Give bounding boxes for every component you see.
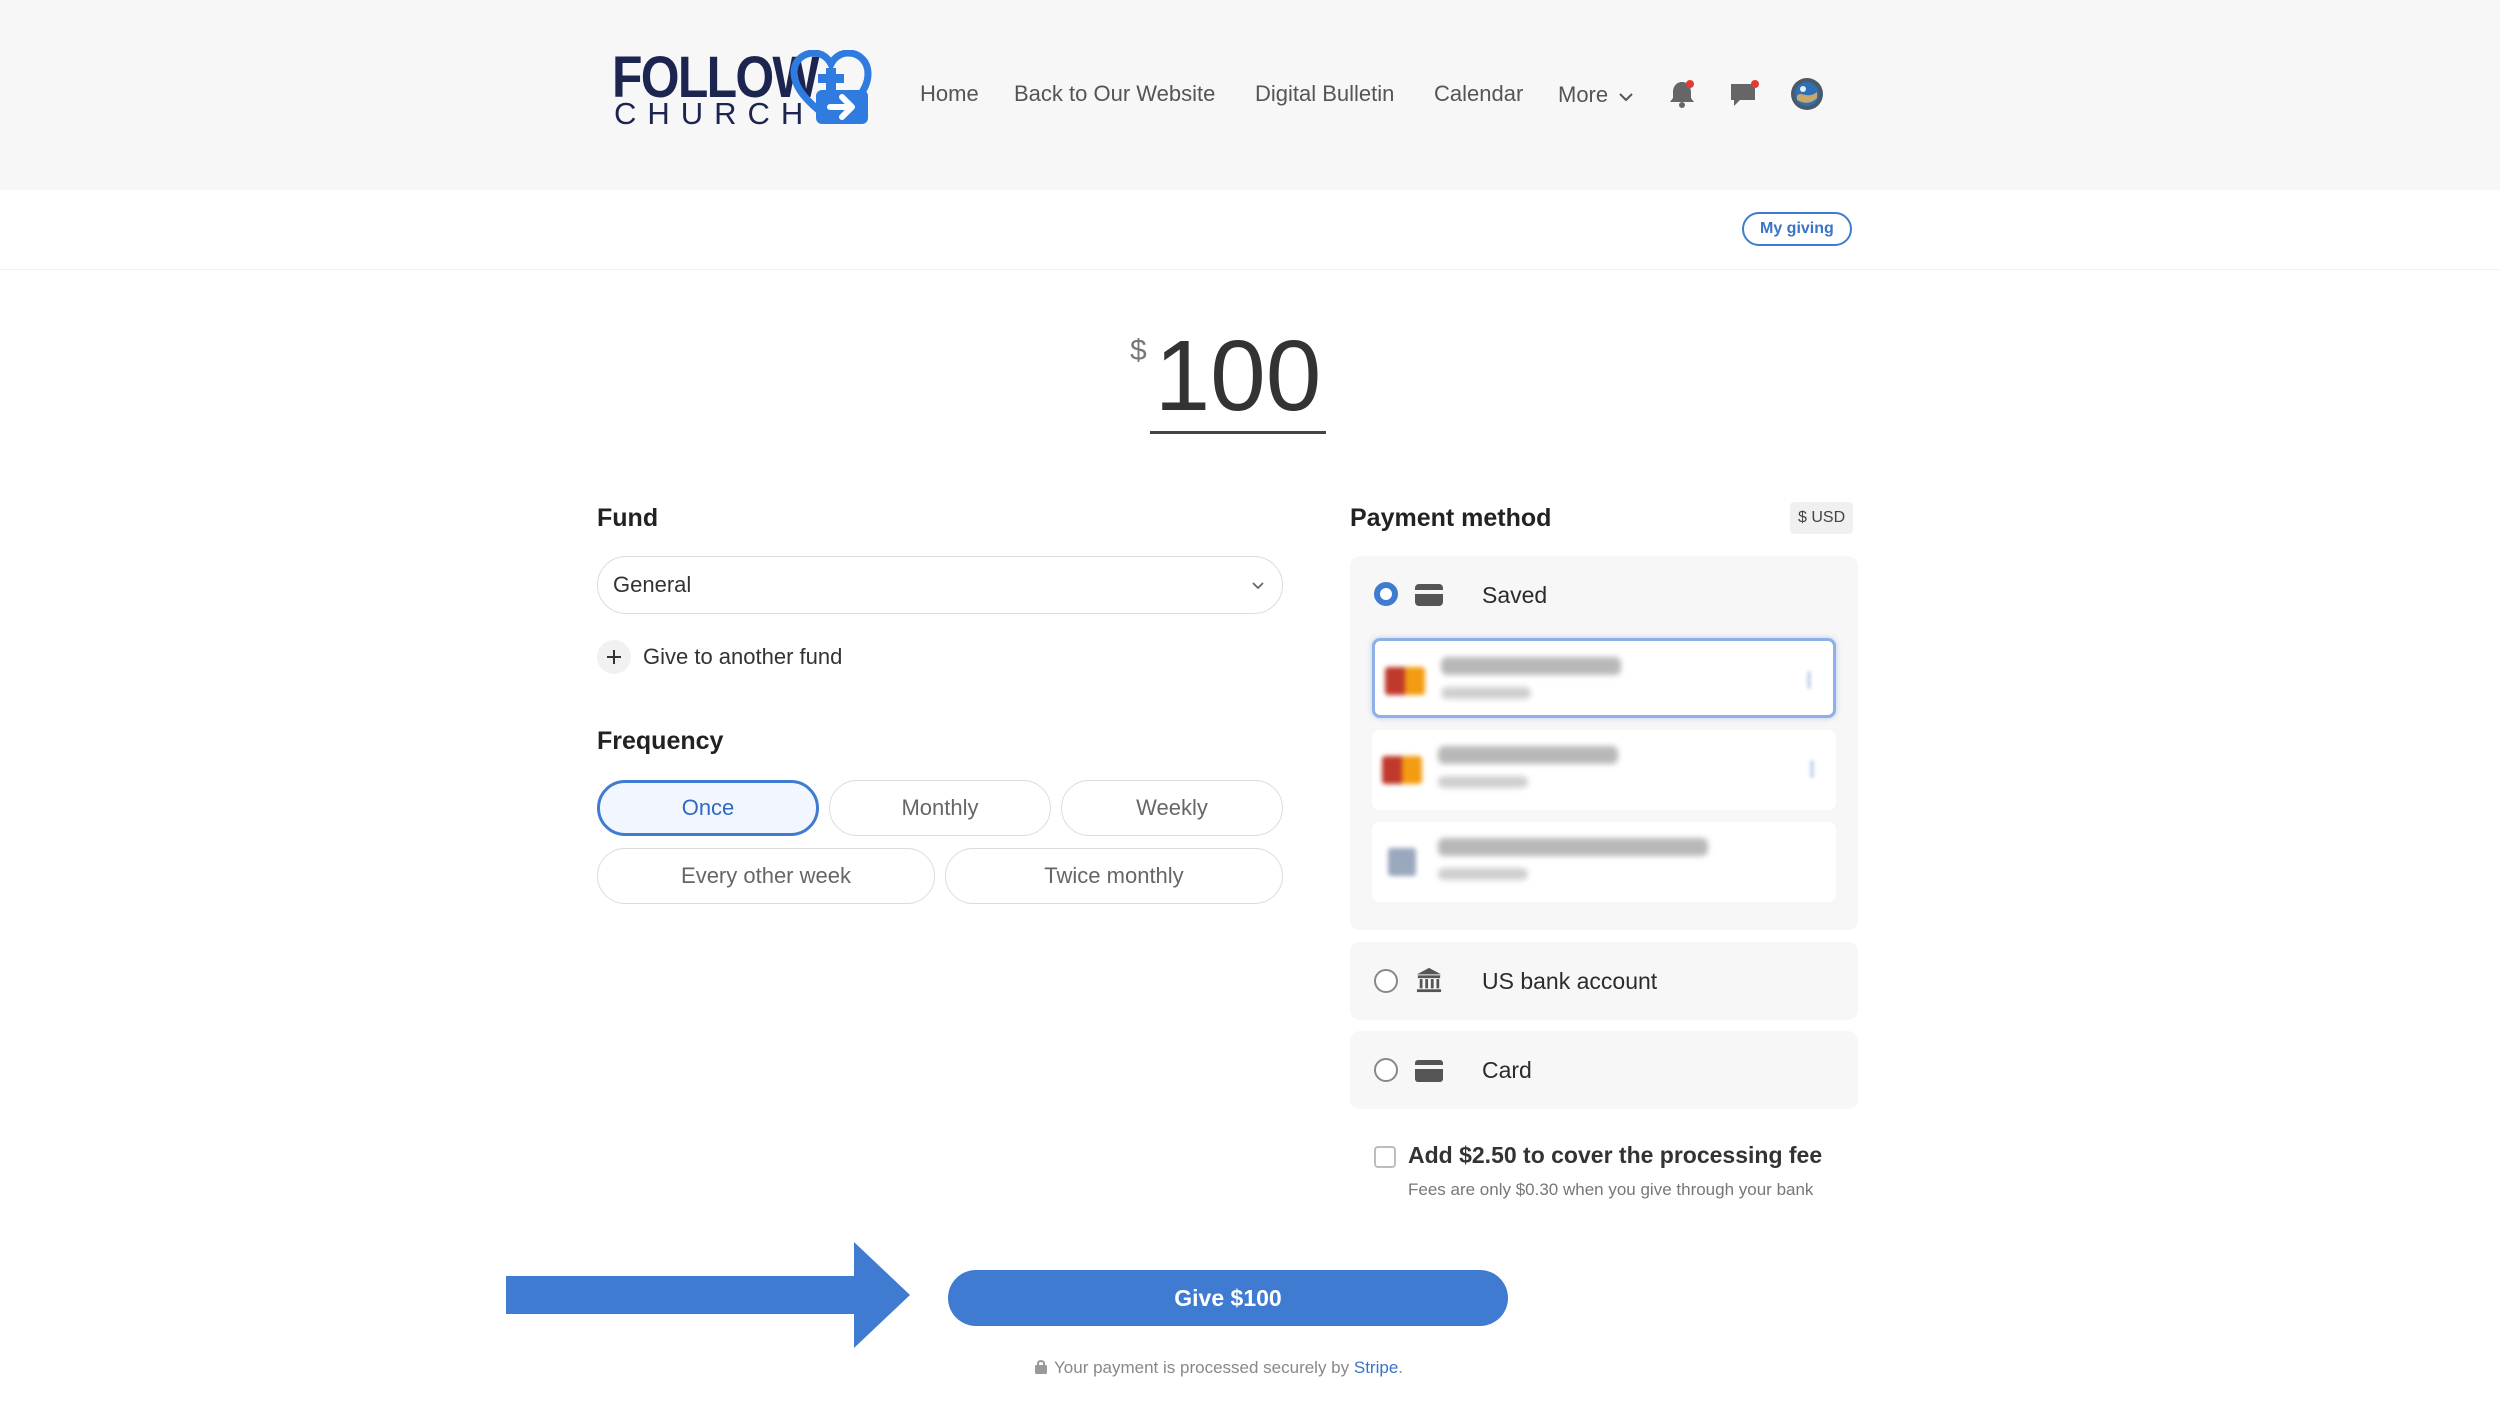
currency-symbol: $ (1130, 334, 1147, 367)
frequency-once-button[interactable]: Once (597, 780, 819, 836)
us-bank-label: US bank account (1482, 968, 1658, 994)
amount-input[interactable]: 100 (1150, 318, 1326, 434)
more-options-icon[interactable] (1807, 671, 1811, 689)
nav-home[interactable]: Home (920, 78, 979, 110)
card-radio[interactable] (1374, 1058, 1398, 1082)
fund-select-value: General (613, 572, 692, 597)
avatar[interactable] (1789, 76, 1825, 112)
nav-more[interactable]: More (1558, 79, 1634, 111)
secure-end: . (1398, 1358, 1404, 1377)
card-brand-icon (1385, 667, 1425, 695)
heart-cross-logo-icon (790, 50, 872, 125)
chevron-down-icon (1252, 582, 1264, 590)
secure-text: Your payment is processed securely by (1054, 1358, 1350, 1377)
fund-select[interactable]: General (597, 556, 1283, 614)
frequency-heading: Frequency (597, 727, 724, 755)
saved-card-2[interactable] (1372, 730, 1836, 810)
chat-icon[interactable] (1726, 76, 1762, 112)
saved-label: Saved (1482, 582, 1548, 608)
bell-icon[interactable] (1664, 76, 1700, 112)
plus-icon (597, 640, 631, 674)
bank-icon (1388, 848, 1416, 876)
nav-back-to-website[interactable]: Back to Our Website (1014, 78, 1215, 110)
nav-calendar[interactable]: Calendar (1434, 78, 1523, 110)
saved-card-1[interactable] (1372, 638, 1836, 718)
church-logo[interactable]: FOLLOW CHURCH (612, 46, 872, 131)
nav-digital-bulletin[interactable]: Digital Bulletin (1255, 78, 1394, 110)
payment-method-heading: Payment method (1350, 504, 1552, 532)
bank-icon (1416, 967, 1442, 993)
fund-heading: Fund (597, 504, 659, 532)
saved-bank-1[interactable] (1372, 822, 1836, 902)
frequency-every-other-week-button[interactable]: Every other week (597, 848, 935, 904)
nav-more-label: More (1558, 82, 1609, 107)
us-bank-radio[interactable] (1374, 969, 1398, 993)
saved-methods-panel: Saved (1350, 556, 1858, 930)
processing-fee-checkbox[interactable] (1374, 1146, 1396, 1168)
subheader-bar (0, 190, 2500, 270)
chevron-down-icon (1619, 93, 1633, 102)
my-giving-button[interactable]: My giving (1742, 212, 1852, 246)
top-header: FOLLOW CHURCH Home Back to Our Website D… (0, 0, 2500, 190)
processing-fee-label[interactable]: Add $2.50 to cover the processing fee (1408, 1142, 1822, 1169)
credit-card-icon (1415, 1060, 1443, 1082)
stripe-link[interactable]: Stripe (1354, 1358, 1398, 1377)
frequency-weekly-button[interactable]: Weekly (1061, 780, 1283, 836)
secure-payment-note: Your payment is processed securely by St… (1034, 1358, 1403, 1378)
currency-badge: $ USD (1790, 502, 1854, 534)
logo-wordmark-bottom: CHURCH (614, 96, 815, 131)
saved-radio[interactable] (1374, 582, 1398, 606)
arrow-right-icon (506, 1242, 910, 1348)
give-button[interactable]: Give $100 (948, 1270, 1508, 1326)
card-option[interactable]: Card (1350, 1031, 1858, 1109)
wallet-icon (1415, 584, 1443, 606)
card-label: Card (1482, 1057, 1532, 1083)
more-options-icon[interactable] (1810, 760, 1814, 778)
card-brand-icon (1382, 756, 1422, 784)
add-fund-label: Give to another fund (643, 644, 843, 669)
frequency-monthly-button[interactable]: Monthly (829, 780, 1051, 836)
frequency-twice-monthly-button[interactable]: Twice monthly (945, 848, 1283, 904)
processing-fee-note: Fees are only $0.30 when you give throug… (1408, 1180, 1814, 1199)
lock-icon (1035, 1360, 1047, 1374)
us-bank-account-option[interactable]: US bank account (1350, 942, 1858, 1020)
